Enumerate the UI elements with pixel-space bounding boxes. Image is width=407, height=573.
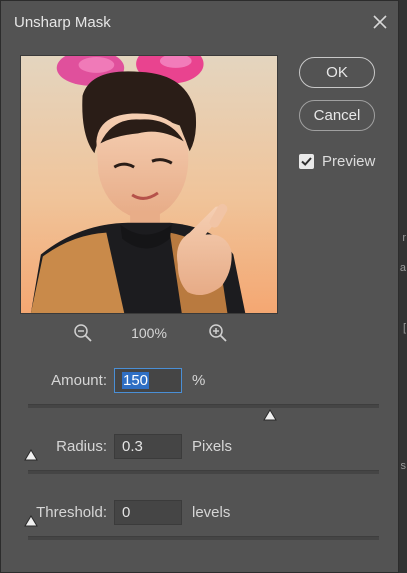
triangle-thumb-icon xyxy=(24,515,38,527)
unsharp-mask-dialog: Unsharp Mask 100% OK Cancel Preview Amou… xyxy=(0,0,399,573)
zoom-out-icon xyxy=(74,324,92,342)
amount-label: Amount: xyxy=(51,372,107,389)
threshold-unit: levels xyxy=(192,504,231,521)
zoom-out-button[interactable] xyxy=(73,323,93,343)
amount-input[interactable]: 150 xyxy=(114,368,182,393)
zoom-in-icon xyxy=(209,324,227,342)
zoom-level-readout: 100% xyxy=(131,325,167,341)
checkmark-icon xyxy=(301,157,312,166)
preview-checkbox[interactable] xyxy=(299,154,314,169)
close-button[interactable] xyxy=(371,13,389,31)
background-fragment: a xyxy=(399,262,406,274)
ok-button[interactable]: OK xyxy=(299,57,375,88)
amount-unit: % xyxy=(192,372,206,389)
dialog-title: Unsharp Mask xyxy=(14,14,111,31)
triangle-thumb-icon xyxy=(24,449,38,461)
cancel-button[interactable]: Cancel xyxy=(299,100,375,131)
amount-slider-track[interactable] xyxy=(28,404,379,408)
background-fragment: r xyxy=(402,232,406,244)
dialog-titlebar: Unsharp Mask xyxy=(1,1,398,47)
radius-unit: Pixels xyxy=(192,438,233,455)
amount-slider-thumb[interactable] xyxy=(262,409,277,421)
amount-value: 150 xyxy=(122,372,150,389)
background-fragment: s xyxy=(400,460,407,472)
zoom-controls: 100% xyxy=(20,321,278,345)
threshold-slider-thumb[interactable] xyxy=(24,515,38,527)
radius-slider-track[interactable] xyxy=(28,470,379,474)
radius-slider-thumb[interactable] xyxy=(24,449,38,461)
preview-label: Preview xyxy=(322,153,376,170)
preview-image[interactable] xyxy=(20,55,278,314)
close-icon xyxy=(373,15,387,29)
triangle-thumb-icon xyxy=(262,409,277,421)
threshold-slider-track[interactable] xyxy=(28,536,379,540)
background-fragment: [ xyxy=(402,322,406,334)
zoom-in-button[interactable] xyxy=(208,323,228,343)
radius-input[interactable]: 0.3 xyxy=(114,434,182,459)
threshold-input[interactable]: 0 xyxy=(114,500,182,525)
